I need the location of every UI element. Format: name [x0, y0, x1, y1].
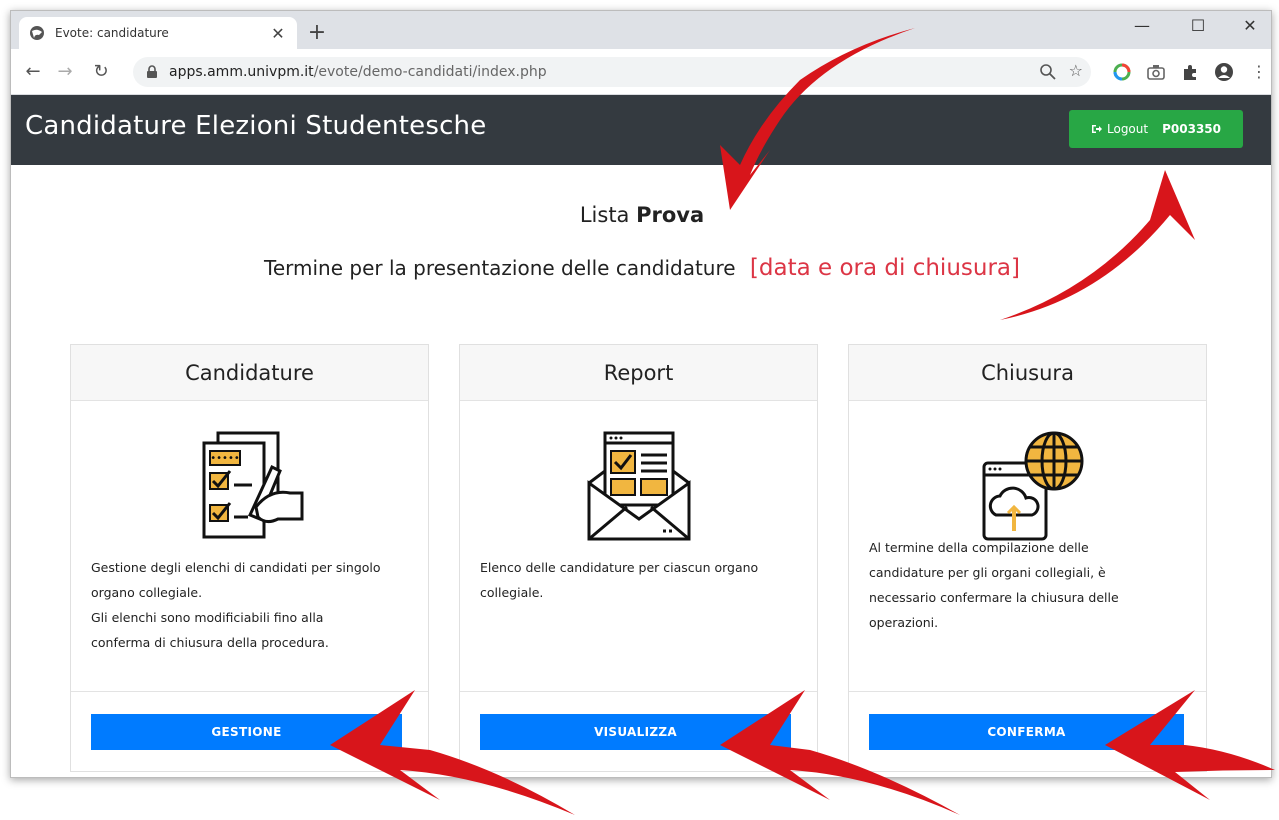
maximize-button[interactable]: ☐: [1175, 11, 1221, 45]
list-prefix: Lista: [579, 203, 630, 227]
logout-button[interactable]: Logout P003350: [1069, 110, 1243, 148]
visualizza-button[interactable]: VISUALIZZA: [480, 714, 791, 750]
card-text-line: organo collegiale.: [91, 585, 203, 600]
list-name: Prova: [636, 203, 705, 227]
card-text-line: operazioni.: [869, 615, 939, 630]
card-title: Candidature: [71, 345, 428, 401]
back-button[interactable]: ←: [21, 60, 45, 84]
card-footer: VISUALIZZA: [460, 691, 817, 773]
reload-button[interactable]: ↻: [89, 60, 113, 84]
browser-toolbar: ← → ↻ apps.amm.univpm.it/evote/demo-cand…: [11, 49, 1271, 95]
user-code: P003350: [1162, 122, 1221, 136]
card-text-line: Al termine della compilazione delle: [869, 540, 1089, 555]
gestione-button[interactable]: GESTIONE: [91, 714, 402, 750]
card-text-line: conferma di chiusura della procedura.: [91, 635, 329, 650]
card-footer: CONFERMA: [849, 691, 1206, 773]
url-host: apps.amm.univpm.it: [169, 64, 314, 80]
tab-title: Evote: candidature: [55, 26, 169, 40]
close-tab-icon[interactable]: ✕: [269, 24, 287, 43]
globe-icon: [30, 26, 44, 40]
checklist-form-icon: •••••: [202, 431, 303, 539]
zoom-icon[interactable]: [1039, 63, 1057, 81]
card-report: Report Elenco delle candidature per cias…: [459, 344, 818, 772]
card-footer: GESTIONE: [71, 691, 428, 773]
sign-out-icon: [1092, 125, 1102, 133]
profile-icon[interactable]: [1213, 61, 1235, 83]
card-candidature: Candidature ••••• Gestione degli elenchi…: [70, 344, 429, 772]
app-navbar: Candidature Elezioni Studentesche Logout…: [11, 95, 1271, 165]
card-text-line: necessario confermare la chiusura delle: [869, 590, 1119, 605]
conferma-button[interactable]: CONFERMA: [869, 714, 1184, 750]
lock-icon: [147, 65, 157, 78]
card-chiusura: Chiusura Al termine della compilazione d…: [848, 344, 1207, 772]
new-tab-button[interactable]: +: [303, 19, 331, 47]
app-brand-title[interactable]: Candidature Elezioni Studentesche: [25, 111, 486, 141]
svg-text:•••••: •••••: [210, 453, 240, 464]
card-text-line: Elenco delle candidature per ciascun org…: [480, 560, 759, 575]
camera-icon[interactable]: [1145, 61, 1167, 83]
card-title: Report: [460, 345, 817, 401]
address-bar[interactable]: apps.amm.univpm.it/evote/demo-candidati/…: [133, 57, 1091, 87]
card-description: Al termine della compilazione delle cand…: [869, 535, 1186, 635]
card-text-line: candidature per gli organi collegiali, è: [869, 565, 1106, 580]
logout-label: Logout: [1107, 122, 1149, 136]
menu-kebab-icon[interactable]: ⋮: [1247, 60, 1271, 84]
extension-colored-icon[interactable]: [1111, 61, 1133, 83]
deadline-label: Termine per la presentazione delle candi…: [264, 256, 736, 280]
card-description: Elenco delle candidature per ciascun org…: [480, 555, 797, 605]
envelope-report-icon: [587, 431, 690, 541]
browser-tab[interactable]: Evote: candidature ✕: [19, 17, 297, 49]
card-description: Gestione degli elenchi di candidati per …: [91, 555, 408, 655]
bookmark-star-icon[interactable]: ☆: [1069, 61, 1083, 80]
close-window-button[interactable]: ✕: [1227, 11, 1271, 45]
browser-window: Evote: candidature ✕ + — ☐ ✕ ← → ↻ apps.…: [10, 10, 1272, 778]
forward-button[interactable]: →: [53, 60, 77, 84]
deadline-line: Termine per la presentazione delle candi…: [11, 255, 1271, 281]
url-text: apps.amm.univpm.it/evote/demo-candidati/…: [169, 64, 547, 80]
minimize-button[interactable]: —: [1119, 11, 1165, 45]
tab-strip: Evote: candidature ✕ + — ☐ ✕: [11, 11, 1271, 49]
card-title: Chiusura: [849, 345, 1206, 401]
deadline-value: [data e ora di chiusura]: [749, 255, 1020, 281]
url-path: /evote/demo-candidati/index.php: [313, 64, 547, 80]
extensions-puzzle-icon[interactable]: [1179, 61, 1201, 83]
card-text-line: collegiale.: [480, 585, 544, 600]
list-title: Lista Prova: [11, 203, 1271, 227]
card-text-line: Gli elenchi sono modificiabili fino alla: [91, 610, 324, 625]
cloud-upload-globe-icon: [982, 431, 1083, 541]
card-text-line: Gestione degli elenchi di candidati per …: [91, 560, 381, 575]
